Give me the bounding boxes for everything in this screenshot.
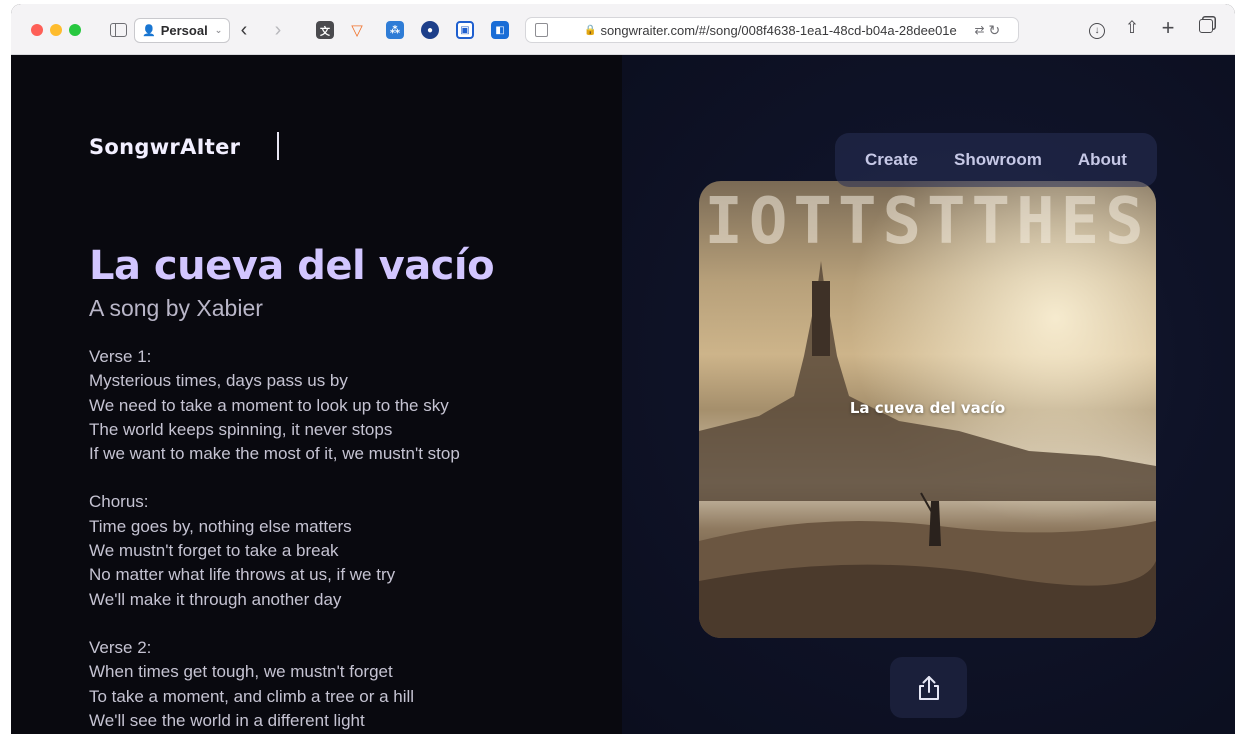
lyrics-panel: SongwrAIter La cueva del vacío A song by… (11, 55, 622, 734)
cover-caption: La cueva del vacío (849, 399, 1006, 417)
new-tab-icon[interactable]: + (1157, 15, 1179, 41)
lyrics-stanza: Verse 1: Mysterious times, days pass us b… (89, 345, 589, 466)
song-cover-image: IOTTSTTHES La cueva del vacío (699, 181, 1156, 638)
lyric-line: Verse 1: (89, 347, 152, 366)
share-icon[interactable]: ⇧ (1121, 18, 1143, 38)
chevron-down-icon: ⌄ (214, 25, 223, 35)
lyric-line: No matter what life throws at us, if we … (89, 565, 396, 585)
lyric-line: We'll see the world in a different light (89, 710, 365, 730)
cover-top-text: IOTTSTTHES (704, 185, 1149, 259)
lyric-line: Verse 2: (89, 637, 152, 657)
address-bar[interactable]: 🔒 songwraiter.com/#/song/008f4638-1ea1-4… (525, 17, 1019, 43)
lyric-line: We mustn't forget to take a break (89, 541, 339, 561)
lyric-line: We need to take a moment to look up to t… (89, 395, 449, 415)
lyric-line: The world keeps spinning, it never stops (89, 419, 393, 439)
lyrics-stanza: Verse 2: When times get tough, we mustn't… (89, 636, 589, 733)
back-arrow-icon[interactable]: ‹ (235, 19, 253, 41)
person-icon: 👤 (142, 25, 156, 37)
download-icon[interactable]: ↓ (1086, 18, 1108, 39)
sidebar-toggle-icon[interactable] (107, 19, 129, 41)
zoom-window-button[interactable] (69, 24, 81, 36)
tab-overview-icon[interactable] (1195, 18, 1217, 38)
translate-icon[interactable]: ⇄ (974, 23, 984, 37)
page-content: SongwrAIter La cueva del vacío A song by… (11, 55, 1235, 734)
close-window-button[interactable] (31, 24, 43, 36)
lyric-line: We'll make it through another day (89, 589, 342, 609)
reload-icon[interactable]: ↻ (989, 22, 1001, 39)
song-title: La cueva del vacío (89, 243, 495, 289)
nav-link-create[interactable]: Create (865, 150, 918, 170)
bookmark-ext-icon[interactable]: ▣ (456, 21, 474, 39)
lyrics-body: Verse 1: Mysterious times, days pass us b… (89, 345, 589, 734)
text-cursor (277, 132, 279, 160)
shield-ext-icon[interactable]: ▽ (348, 21, 366, 39)
circle-ext-icon[interactable]: ● (421, 21, 439, 39)
site-logo[interactable]: SongwrAIter (89, 135, 240, 159)
profile-selector[interactable]: 👤 Persoal ⌄ (134, 18, 231, 43)
top-navigation: Create Showroom About (835, 133, 1157, 187)
url-text[interactable]: songwraiter.com/#/song/008f4638-1ea1-48c… (600, 23, 968, 38)
lyrics-stanza: Chorus: Time goes by, nothing else matter… (89, 490, 589, 611)
share-song-button[interactable] (890, 657, 967, 718)
song-subtitle: A song by Xabier (89, 295, 263, 321)
reader-icon[interactable] (535, 23, 548, 37)
translate-ext-icon[interactable]: 文 (316, 21, 334, 39)
browser-toolbar: 👤 Persoal ⌄ ‹ › 文 ▽ ⁂ ● ▣ ◧ 🔒 songwraite… (11, 4, 1235, 55)
share-icon (918, 675, 939, 700)
cover-panel: Create Showroom About IOTTSTTHES La cuev… (622, 55, 1235, 734)
lyric-line: Time goes by, nothing else matters (89, 516, 352, 536)
lyric-line: To take a moment, and climb a tree or a … (89, 686, 415, 706)
profile-label: Persoal (160, 23, 208, 38)
lyric-line: Chorus: (89, 492, 149, 512)
lock-icon: 🔒 (584, 24, 597, 36)
forward-arrow-icon[interactable]: › (269, 19, 287, 41)
lyric-line: If we want to make the most of it, we mu… (89, 444, 460, 464)
lyric-line: When times get tough, we mustn't forget (89, 662, 393, 682)
minimize-window-button[interactable] (50, 24, 62, 36)
lyric-line: Mysterious times, days pass us by (89, 371, 348, 391)
badge-ext-icon[interactable]: ◧ (491, 21, 509, 39)
browser-window: 👤 Persoal ⌄ ‹ › 文 ▽ ⁂ ● ▣ ◧ 🔒 songwraite… (11, 4, 1235, 734)
nav-link-about[interactable]: About (1078, 150, 1127, 170)
grid-ext-icon[interactable]: ⁂ (386, 21, 404, 39)
nav-link-showroom[interactable]: Showroom (954, 150, 1042, 170)
